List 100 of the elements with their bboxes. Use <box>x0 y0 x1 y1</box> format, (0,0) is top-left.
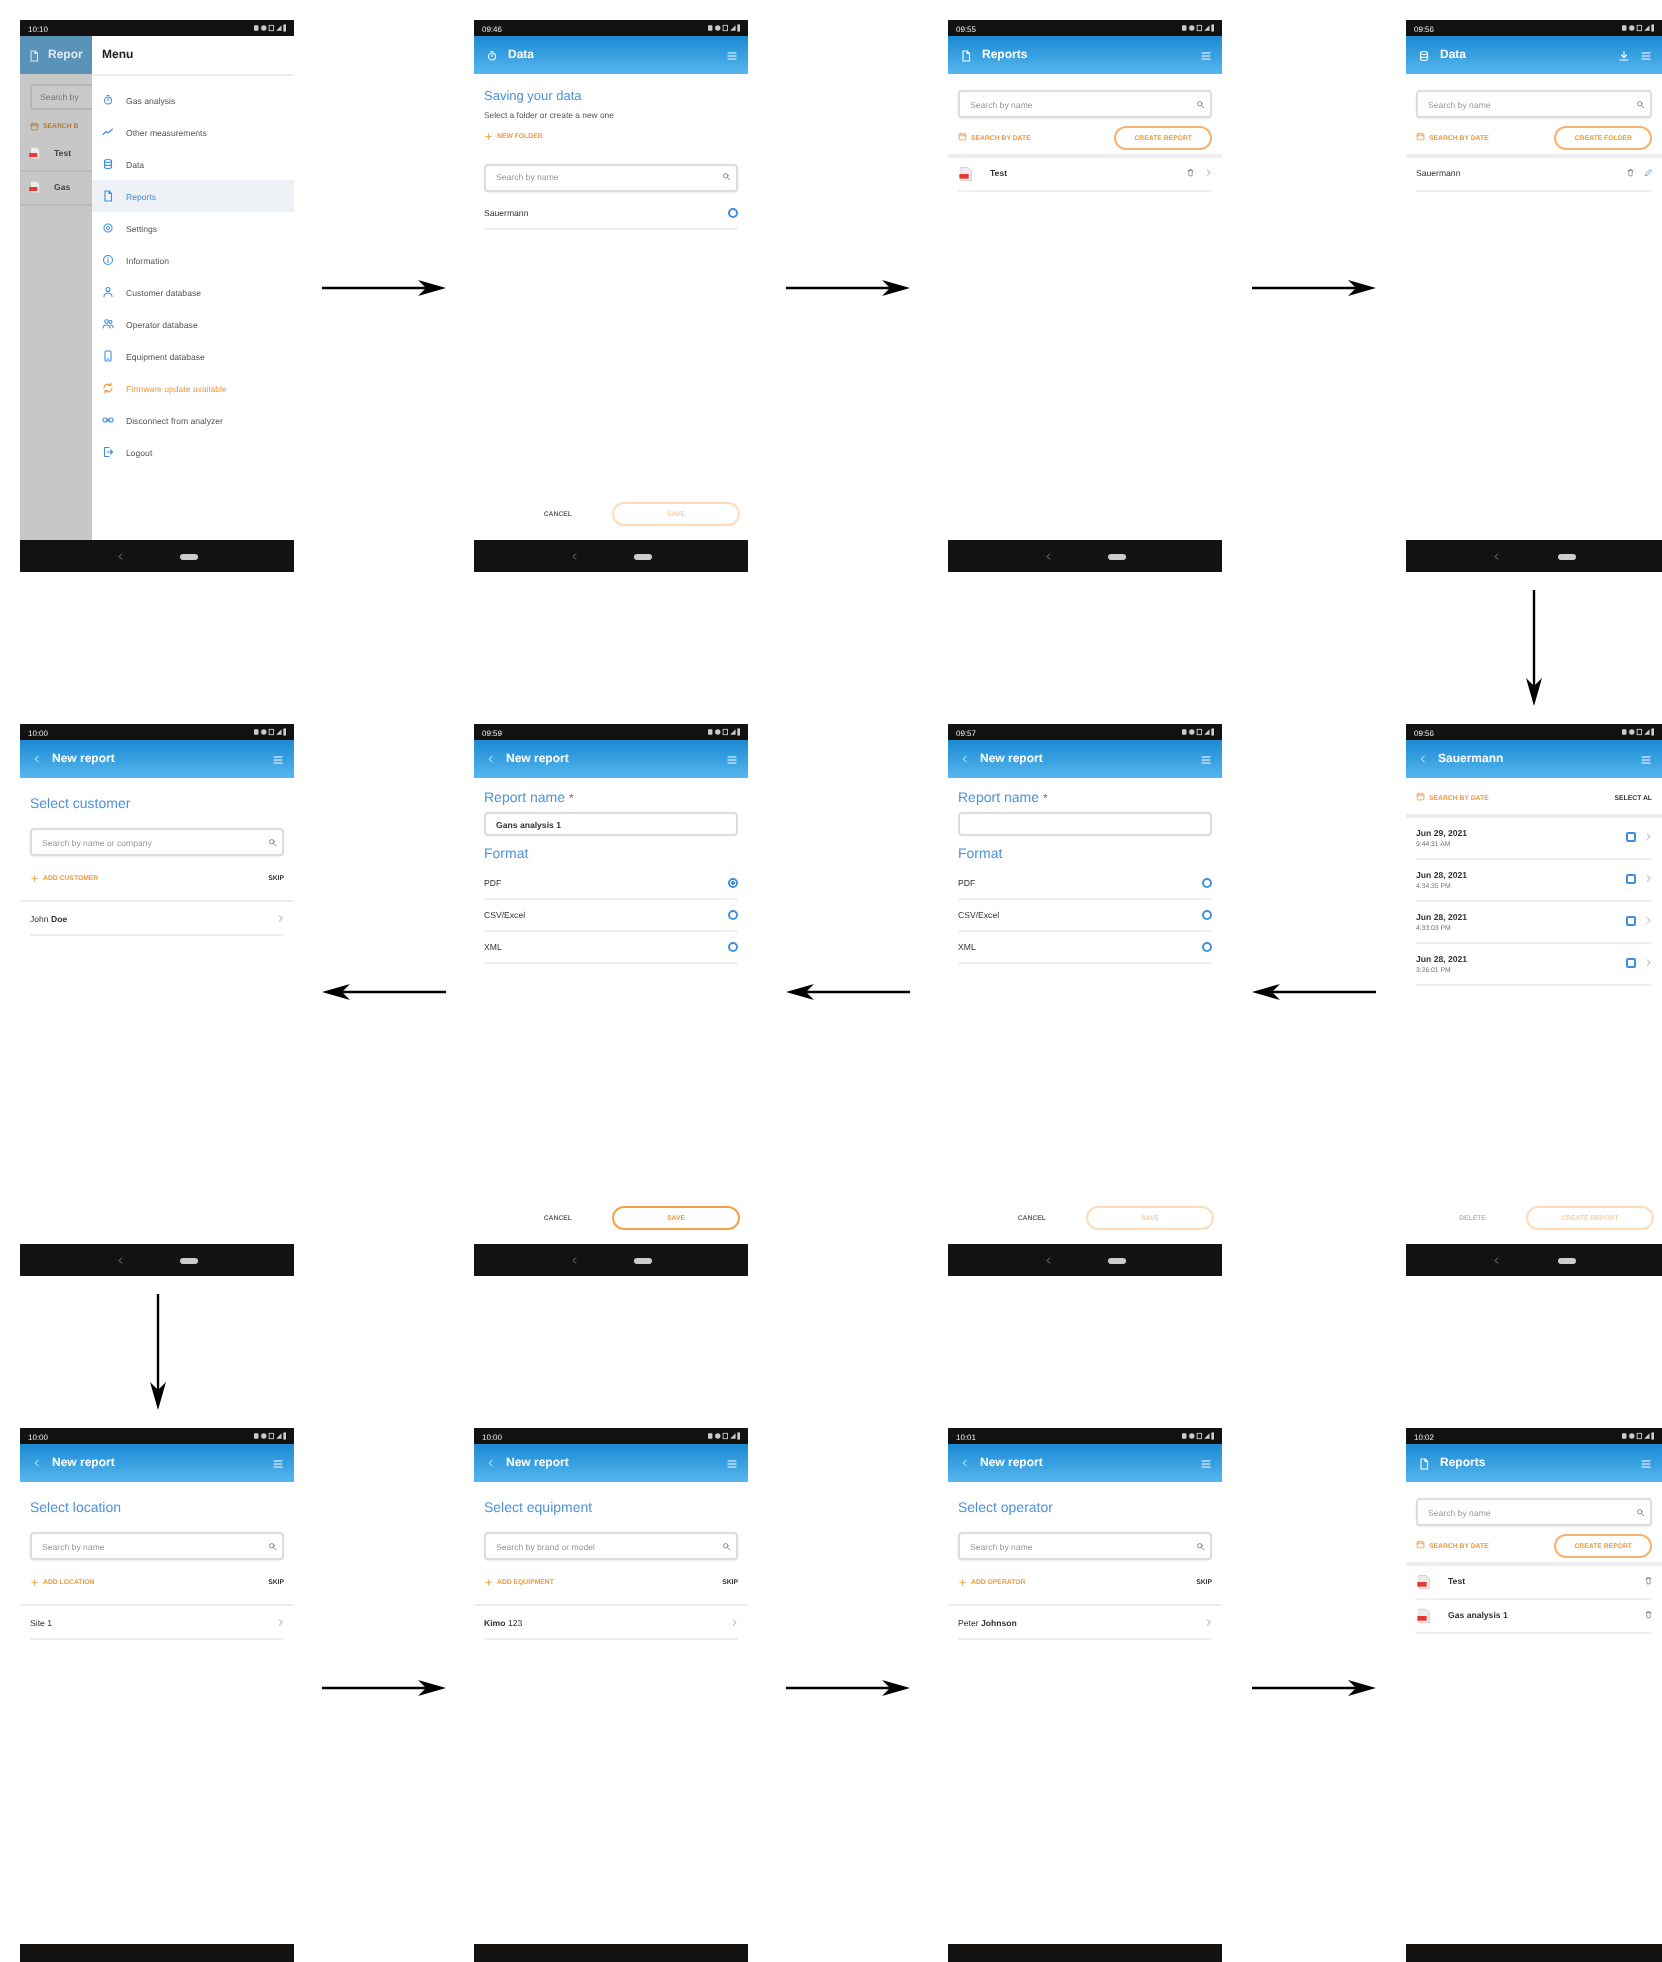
radio-button[interactable] <box>728 207 738 217</box>
status-icons-drawing <box>254 1432 286 1440</box>
flow-arrow <box>322 984 446 1000</box>
menu-icon[interactable] <box>272 753 284 765</box>
home-button[interactable] <box>1108 1257 1127 1263</box>
pdf-file-icon <box>28 146 42 160</box>
radio-button[interactable] <box>728 910 738 920</box>
calendar-icon <box>30 122 39 131</box>
delete-icon[interactable] <box>1643 1610 1652 1620</box>
menu-icon[interactable] <box>1200 49 1212 61</box>
search-icon <box>721 1541 730 1551</box>
status-icons-drawing <box>1622 24 1654 32</box>
menu-icon[interactable] <box>726 1457 738 1469</box>
chevron-right-icon <box>275 1617 284 1627</box>
menu-icon[interactable] <box>1640 1457 1652 1469</box>
plus-icon <box>30 1578 39 1587</box>
radio-button[interactable] <box>728 878 738 888</box>
back-icon[interactable] <box>569 551 579 561</box>
info-icon <box>102 254 114 266</box>
chevron-right-icon[interactable] <box>1643 832 1652 842</box>
calendar-icon <box>1416 792 1425 802</box>
radio-button[interactable] <box>1202 910 1212 920</box>
chevron-right-icon[interactable] <box>1643 916 1652 926</box>
radio-button[interactable] <box>728 942 738 952</box>
flow-arrow <box>786 1679 910 1695</box>
calendar-icon <box>1416 1540 1425 1550</box>
radio-button[interactable] <box>1202 878 1212 888</box>
menu-icon[interactable] <box>1640 753 1652 765</box>
home-button[interactable] <box>1557 1257 1576 1263</box>
pdf-file-icon <box>28 180 42 194</box>
plus-icon <box>958 1578 967 1587</box>
calendar-icon <box>1416 132 1425 142</box>
status-icons-drawing <box>708 24 740 32</box>
document-icon <box>1418 1457 1430 1469</box>
download-icon[interactable] <box>1618 49 1630 61</box>
device-icon <box>102 350 114 362</box>
menu-icon[interactable] <box>272 1457 284 1469</box>
home-button[interactable] <box>180 1257 199 1263</box>
pdf-file-icon <box>958 165 974 181</box>
pdf-file-icon <box>1416 1573 1432 1589</box>
home-button[interactable] <box>634 553 653 559</box>
pdf-file-icon <box>1416 1607 1432 1623</box>
back-icon[interactable] <box>115 551 125 561</box>
plus-icon <box>484 1578 493 1587</box>
back-icon[interactable] <box>1492 1255 1502 1265</box>
gear-icon <box>102 222 114 234</box>
radio-button[interactable] <box>1202 942 1212 952</box>
flow-arrow <box>322 1679 446 1695</box>
delete-icon[interactable] <box>1626 168 1635 178</box>
edit-icon[interactable] <box>1643 168 1652 178</box>
menu-icon[interactable] <box>726 753 738 765</box>
trend-line-icon <box>102 126 114 138</box>
back-icon[interactable] <box>569 1255 579 1265</box>
chevron-right-icon[interactable] <box>1643 874 1652 884</box>
status-icons-drawing <box>708 1432 740 1440</box>
status-icons-drawing <box>708 728 740 736</box>
home-button[interactable] <box>634 1257 653 1263</box>
home-button[interactable] <box>1557 553 1576 559</box>
search-icon <box>1195 99 1204 109</box>
menu-icon[interactable] <box>726 49 738 61</box>
document-icon <box>28 49 40 61</box>
menu-icon[interactable] <box>1200 1457 1212 1469</box>
menu-icon[interactable] <box>1200 753 1212 765</box>
delete-icon[interactable] <box>1643 1576 1652 1586</box>
back-icon[interactable] <box>1043 1255 1053 1265</box>
search-icon <box>1635 99 1644 109</box>
search-icon <box>267 837 276 847</box>
document-icon <box>960 49 972 61</box>
search-icon <box>267 1541 276 1551</box>
chevron-right-icon[interactable] <box>1643 958 1652 968</box>
flow-arrow <box>1526 590 1542 706</box>
refresh-icon <box>102 382 114 394</box>
delete-icon[interactable] <box>1186 168 1195 178</box>
home-button[interactable] <box>1108 553 1127 559</box>
checkbox[interactable] <box>1625 874 1635 884</box>
back-icon[interactable] <box>115 1255 125 1265</box>
status-icons-drawing <box>254 728 286 736</box>
logout-icon <box>102 446 114 458</box>
flow-arrow <box>1252 984 1376 1000</box>
flow-arrow <box>1252 1679 1376 1695</box>
plus-icon <box>484 132 493 141</box>
checkbox[interactable] <box>1625 958 1635 968</box>
search-icon <box>1635 1507 1644 1517</box>
plus-icon <box>30 874 39 883</box>
search-icon <box>1195 1541 1204 1551</box>
checkbox[interactable] <box>1625 832 1635 842</box>
status-icons-drawing <box>1182 24 1214 32</box>
home-button[interactable] <box>180 553 199 559</box>
back-icon[interactable] <box>1043 551 1053 561</box>
menu-icon[interactable] <box>1640 49 1652 61</box>
back-icon[interactable] <box>1492 551 1502 561</box>
report-name-field[interactable] <box>958 812 1212 836</box>
chevron-right-icon[interactable] <box>1203 168 1212 178</box>
status-icons-drawing <box>1622 728 1654 736</box>
flow-arrow <box>322 280 446 296</box>
database-icon <box>102 158 114 170</box>
person-icon <box>102 286 114 298</box>
status-icons-drawing <box>1622 1432 1654 1440</box>
stopwatch-icon <box>102 94 114 106</box>
checkbox[interactable] <box>1625 916 1635 926</box>
